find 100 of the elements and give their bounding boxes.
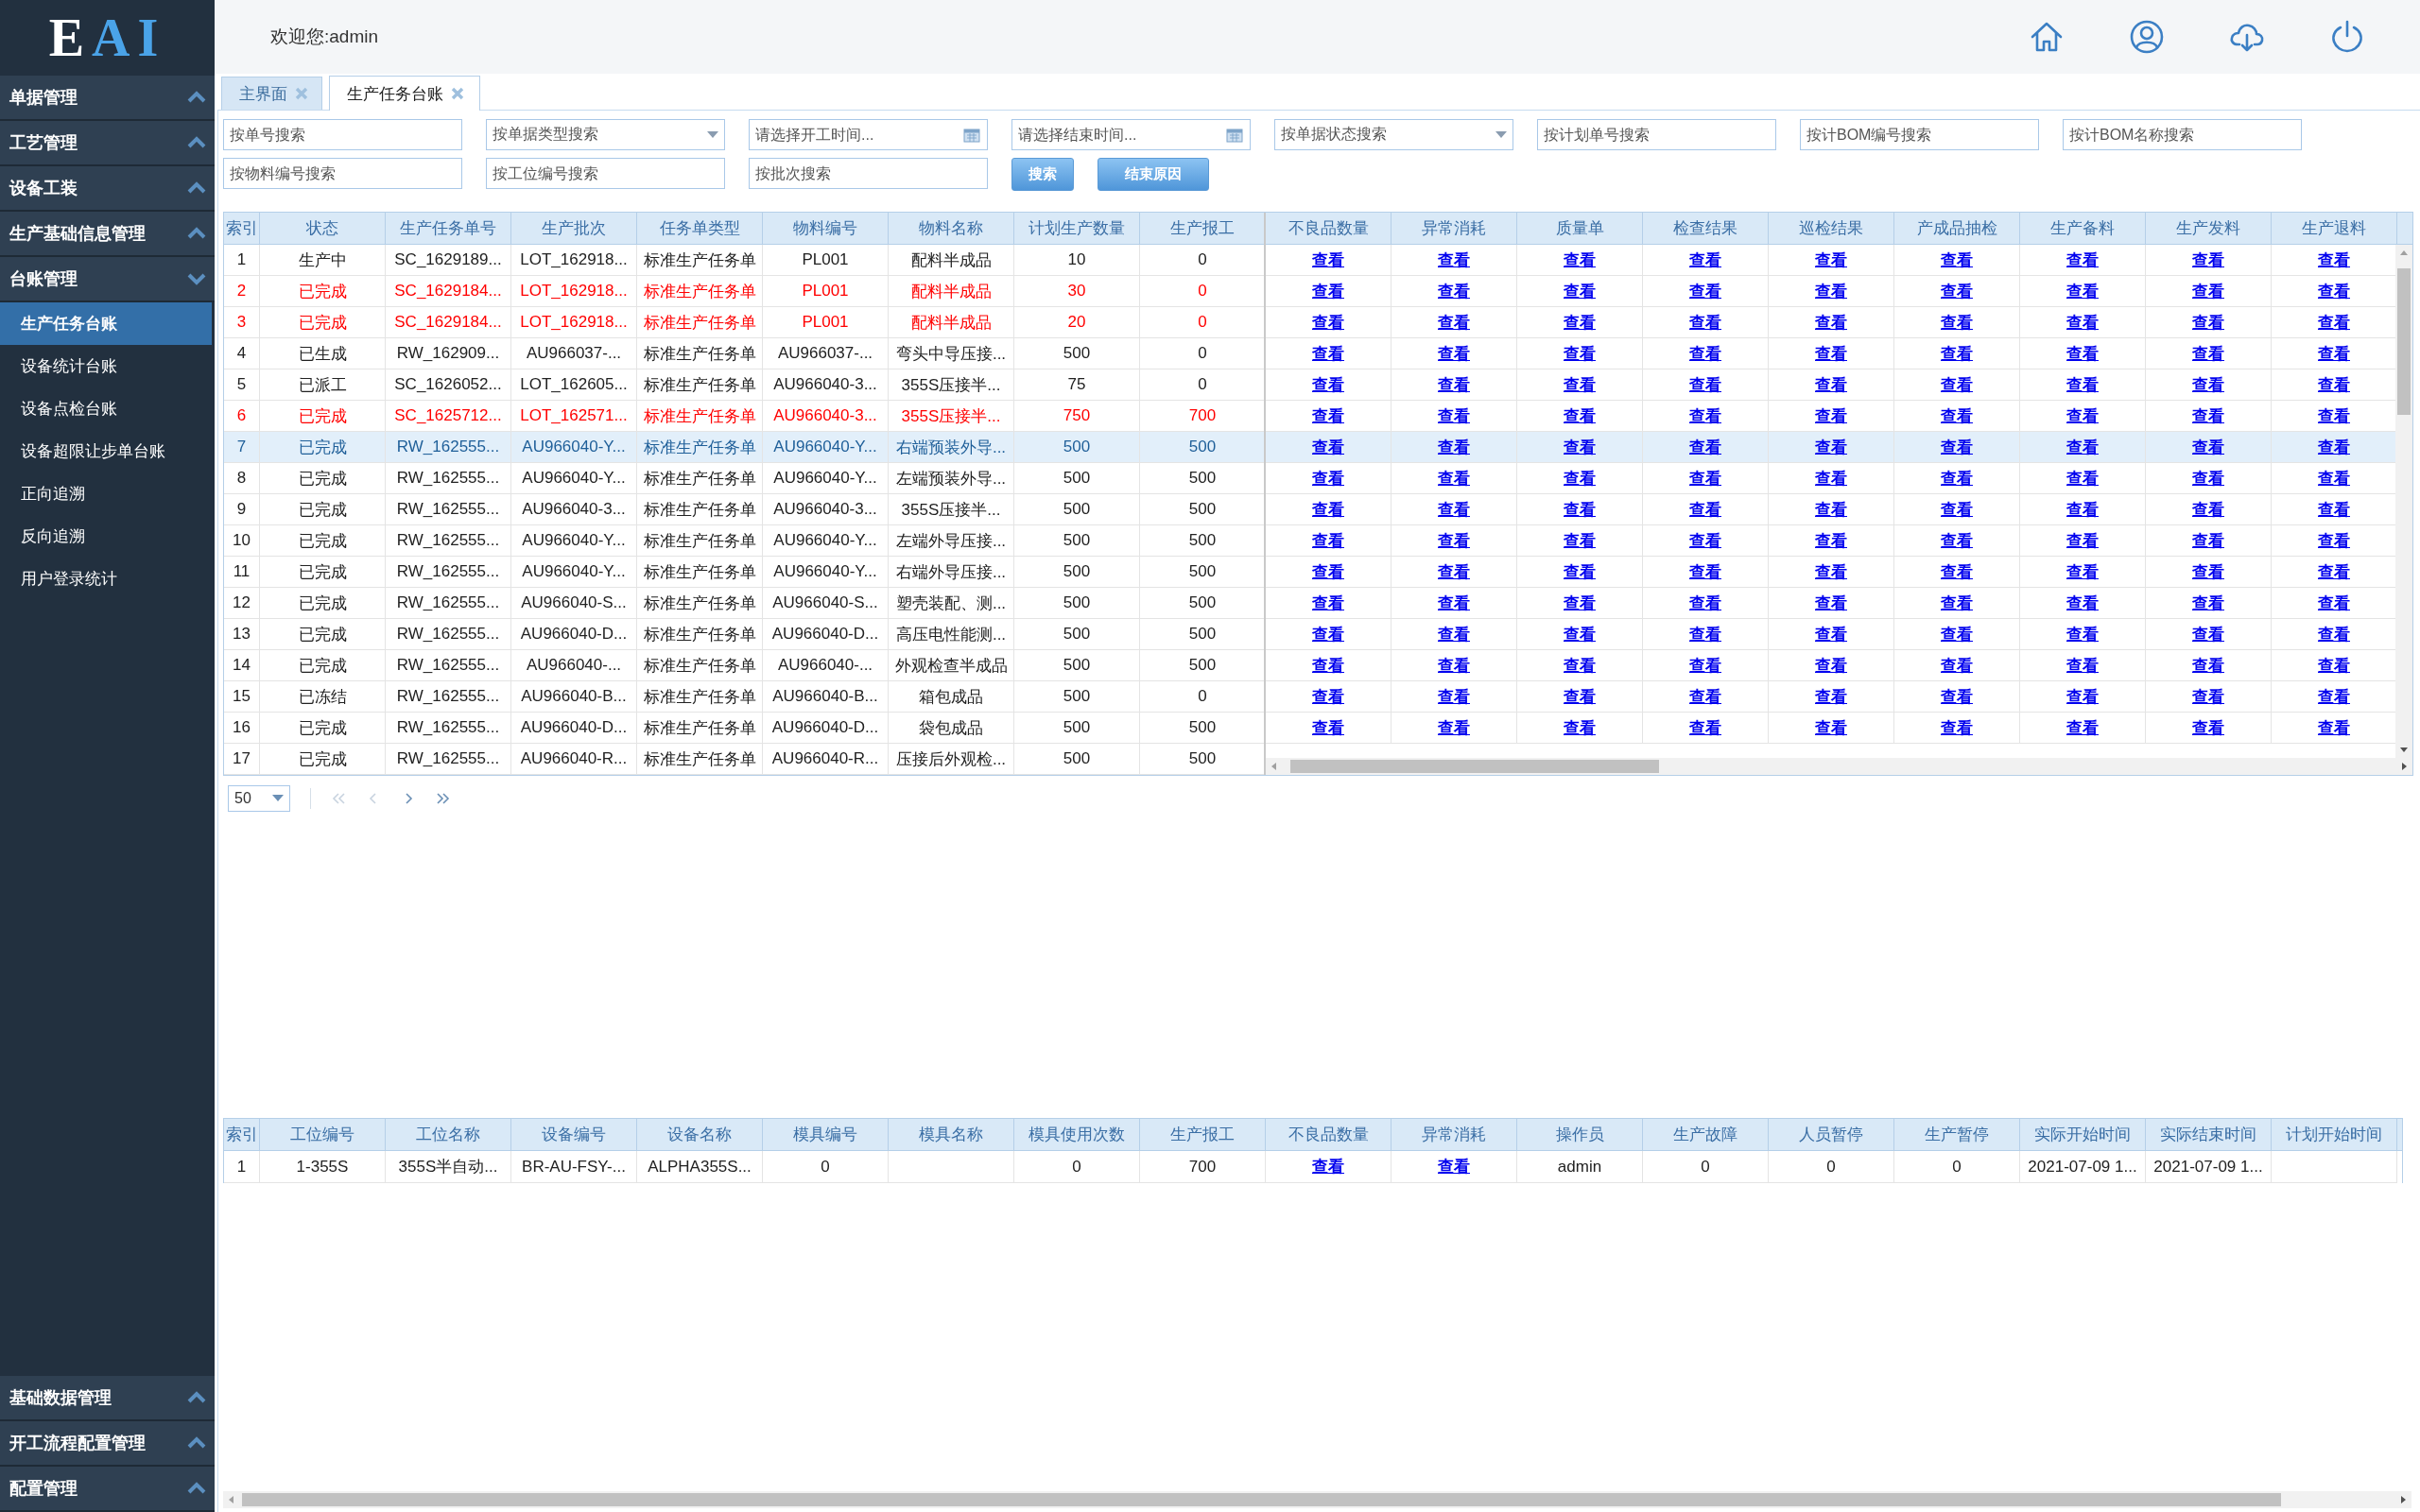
view-link[interactable]: 查看 (1815, 654, 1847, 677)
column-header[interactable]: 检查结果 (1643, 213, 1769, 244)
view-link[interactable]: 查看 (2192, 685, 2224, 708)
view-link[interactable]: 查看 (2066, 342, 2099, 365)
view-link[interactable]: 查看 (2192, 342, 2224, 365)
column-header[interactable]: 生产发料 (2146, 213, 2272, 244)
table-row[interactable]: 11 已完成 RW_162555... AU966040-Y... 标准生产任务单 AU966040-Y... 右端外导压接... 500 500 (224, 557, 1264, 588)
view-link[interactable]: 查看 (2192, 249, 2224, 271)
view-link[interactable]: 查看 (2318, 280, 2350, 302)
view-link[interactable]: 查看 (1564, 280, 1596, 302)
column-header[interactable]: 生产任务单号 (386, 213, 511, 244)
view-link[interactable]: 查看 (1689, 249, 1721, 271)
view-link[interactable]: 查看 (1438, 373, 1470, 396)
view-link[interactable]: 查看 (1438, 560, 1470, 583)
view-link[interactable]: 查看 (1941, 467, 1973, 490)
view-link[interactable]: 查看 (2318, 342, 2350, 365)
view-link[interactable]: 查看 (2066, 280, 2099, 302)
table-row[interactable]: 查看 查看 查看 查看 查看 查看 查看 查看 查看 (1266, 525, 2395, 557)
scrollbar[interactable] (223, 1491, 2411, 1508)
table-row[interactable]: 查看 查看 查看 查看 查看 查看 查看 查看 查看 (1266, 276, 2395, 307)
view-link[interactable]: 查看 (1564, 249, 1596, 271)
view-link[interactable]: 查看 (1312, 654, 1344, 677)
view-link[interactable]: 查看 (1941, 592, 1973, 614)
view-link[interactable]: 查看 (2066, 311, 2099, 334)
table-row[interactable]: 17 已完成 RW_162555... AU966040-R... 标准生产任务单 AU966040-R... 压接后外观检... 500 500 (224, 744, 1264, 775)
column-header[interactable]: 工位编号 (260, 1119, 386, 1150)
view-link[interactable]: 查看 (1564, 311, 1596, 334)
view-link[interactable]: 查看 (1312, 716, 1344, 739)
column-header[interactable]: 异常消耗 (1392, 213, 1517, 244)
view-link[interactable]: 查看 (1815, 249, 1847, 271)
view-link[interactable]: 查看 (1564, 592, 1596, 614)
table-row[interactable]: 15 已冻结 RW_162555... AU966040-B... 标准生产任务单 AU966040-B... 箱包成品 500 0 (224, 681, 1264, 713)
column-header[interactable]: 物料编号 (763, 213, 889, 244)
view-link[interactable]: 查看 (2066, 498, 2099, 521)
view-link[interactable]: 查看 (2192, 623, 2224, 645)
view-link[interactable]: 查看 (1312, 436, 1344, 458)
page-size-select[interactable]: 50 (228, 784, 290, 812)
view-link[interactable]: 查看 (1941, 311, 1973, 334)
view-link[interactable]: 查看 (1941, 498, 1973, 521)
table-row[interactable]: 查看 查看 查看 查看 查看 查看 查看 查看 查看 (1266, 494, 2395, 525)
view-link[interactable]: 查看 (1815, 467, 1847, 490)
view-link[interactable]: 查看 (1564, 685, 1596, 708)
table-row[interactable]: 8 已完成 RW_162555... AU966040-Y... 标准生产任务单 AU966040-Y... 左端预装外导... 500 500 (224, 463, 1264, 494)
view-link[interactable]: 查看 (2192, 436, 2224, 458)
table-row[interactable]: 查看 查看 查看 查看 查看 查看 查看 查看 查看 (1266, 432, 2395, 463)
date-field[interactable]: 请选择开工时间... (749, 119, 988, 150)
view-link[interactable]: 查看 (1815, 529, 1847, 552)
column-header[interactable]: 生产批次 (511, 213, 637, 244)
view-link[interactable]: 查看 (2318, 716, 2350, 739)
view-link[interactable]: 查看 (2066, 373, 2099, 396)
view-link[interactable]: 查看 (1815, 623, 1847, 645)
tab[interactable]: 生产任务台账 (329, 76, 480, 111)
view-link[interactable]: 查看 (1941, 404, 1973, 427)
calendar-icon[interactable] (963, 127, 980, 143)
table-row[interactable]: 1 生产中 SC_1629189... LOT_162918... 标准生产任务单 PL001 配料半成品 10 0 (224, 245, 1264, 276)
scrollbar-thumb[interactable] (2397, 268, 2411, 415)
view-link[interactable]: 查看 (2192, 529, 2224, 552)
view-link[interactable]: 查看 (1815, 592, 1847, 614)
view-link[interactable]: 查看 (1815, 685, 1847, 708)
search-field[interactable]: 按计BOM名称搜索 (2063, 119, 2302, 150)
view-link[interactable]: 查看 (1564, 623, 1596, 645)
view-link[interactable]: 查看 (1438, 498, 1470, 521)
view-link[interactable]: 查看 (2066, 654, 2099, 677)
view-link[interactable]: 查看 (1941, 249, 1973, 271)
view-link[interactable]: 查看 (2066, 685, 2099, 708)
column-header[interactable]: 模具编号 (763, 1119, 889, 1150)
menu-item[interactable]: 反向追溯 (0, 515, 215, 558)
menu-item[interactable]: 正向追溯 (0, 472, 215, 515)
dropdown[interactable]: 按单据状态搜索 (1274, 119, 1513, 150)
column-header[interactable]: 异常消耗 (1392, 1119, 1517, 1150)
view-link[interactable]: 查看 (2318, 685, 2350, 708)
column-header[interactable]: 计划生产数量 (1014, 213, 1140, 244)
view-link[interactable]: 查看 (1312, 1156, 1344, 1177)
view-link[interactable]: 查看 (1438, 311, 1470, 334)
view-link[interactable]: 查看 (2066, 467, 2099, 490)
view-link[interactable]: 查看 (1564, 498, 1596, 521)
column-header[interactable]: 物料名称 (889, 213, 1014, 244)
column-header[interactable]: 生产退料 (2272, 213, 2397, 244)
view-link[interactable]: 查看 (1564, 654, 1596, 677)
view-link[interactable]: 查看 (1438, 716, 1470, 739)
view-link[interactable]: 查看 (1689, 529, 1721, 552)
view-link[interactable]: 查看 (2066, 560, 2099, 583)
view-link[interactable]: 查看 (2066, 592, 2099, 614)
view-link[interactable]: 查看 (1689, 623, 1721, 645)
view-link[interactable]: 查看 (1312, 685, 1344, 708)
column-header[interactable]: 不良品数量 (1266, 213, 1392, 244)
menu-group[interactable]: 配置管理 (0, 1467, 215, 1512)
view-link[interactable]: 查看 (1312, 249, 1344, 271)
view-link[interactable]: 查看 (1438, 654, 1470, 677)
view-link[interactable]: 查看 (1689, 404, 1721, 427)
view-link[interactable]: 查看 (2192, 404, 2224, 427)
view-link[interactable]: 查看 (2066, 623, 2099, 645)
column-header[interactable]: 产成品抽检 (1894, 213, 2020, 244)
view-link[interactable]: 查看 (1438, 592, 1470, 614)
table-row[interactable]: 查看 查看 查看 查看 查看 查看 查看 查看 查看 (1266, 713, 2395, 744)
view-link[interactable]: 查看 (1689, 716, 1721, 739)
view-link[interactable]: 查看 (1564, 716, 1596, 739)
view-link[interactable]: 查看 (1438, 1156, 1470, 1177)
view-link[interactable]: 查看 (1689, 467, 1721, 490)
view-link[interactable]: 查看 (1815, 373, 1847, 396)
